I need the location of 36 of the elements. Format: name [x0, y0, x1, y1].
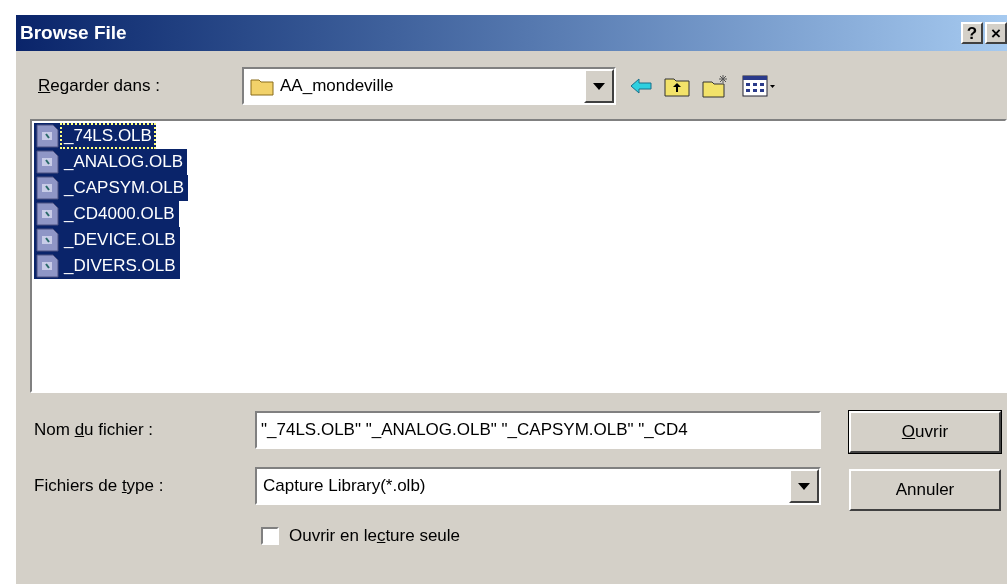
- help-button[interactable]: ?: [961, 22, 983, 44]
- file-item[interactable]: _CAPSYM.OLB: [60, 175, 188, 201]
- dropdown-button[interactable]: [584, 69, 614, 103]
- file-item[interactable]: _DIVERS.OLB: [60, 253, 180, 279]
- file-name-label: Nom du fichier :: [34, 419, 155, 442]
- read-only-checkbox[interactable]: [261, 526, 279, 545]
- library-file-icon: [34, 123, 60, 149]
- dropdown-button[interactable]: [789, 469, 819, 503]
- file-type-label: Fichiers de type :: [34, 475, 165, 498]
- open-button[interactable]: Ouvrir: [849, 411, 1001, 453]
- caret-icon: [593, 82, 605, 90]
- file-item[interactable]: _ANALOG.OLB: [60, 149, 188, 175]
- read-only-label: Ouvrir en lecture seule: [289, 525, 461, 547]
- library-file-icon: [34, 149, 60, 175]
- close-button[interactable]: ×: [985, 22, 1007, 44]
- file-item[interactable]: _CD4000.OLB: [60, 201, 179, 227]
- up-folder-icon[interactable]: [664, 75, 690, 97]
- look-in-value: AA_mondeville: [280, 75, 395, 98]
- window-title: Browse File: [20, 20, 128, 45]
- back-arrow-icon[interactable]: [630, 78, 652, 94]
- caret-icon: [798, 482, 810, 490]
- library-file-icon: [34, 227, 60, 253]
- file-type-dropdown[interactable]: Capture Library(*.olb): [255, 467, 821, 505]
- new-folder-icon[interactable]: [702, 74, 730, 98]
- file-item[interactable]: _DEVICE.OLB: [60, 227, 180, 253]
- look-in-label: Regarder dans :: [38, 75, 161, 98]
- look-in-dropdown[interactable]: AA_mondeville: [242, 67, 616, 105]
- library-file-icon: [34, 253, 60, 279]
- view-menu-icon[interactable]: [742, 75, 776, 97]
- file-type-value: Capture Library(*.olb): [262, 475, 427, 498]
- file-item[interactable]: _74LS.OLB: [60, 123, 156, 149]
- file-name-field[interactable]: "_74LS.OLB" "_ANALOG.OLB" "_CAPSYM.OLB" "_CD4: [255, 411, 821, 449]
- folder-icon: [250, 76, 274, 96]
- library-file-icon: [34, 201, 60, 227]
- library-file-icon: [34, 175, 60, 201]
- cancel-button[interactable]: Annuler: [849, 469, 1001, 511]
